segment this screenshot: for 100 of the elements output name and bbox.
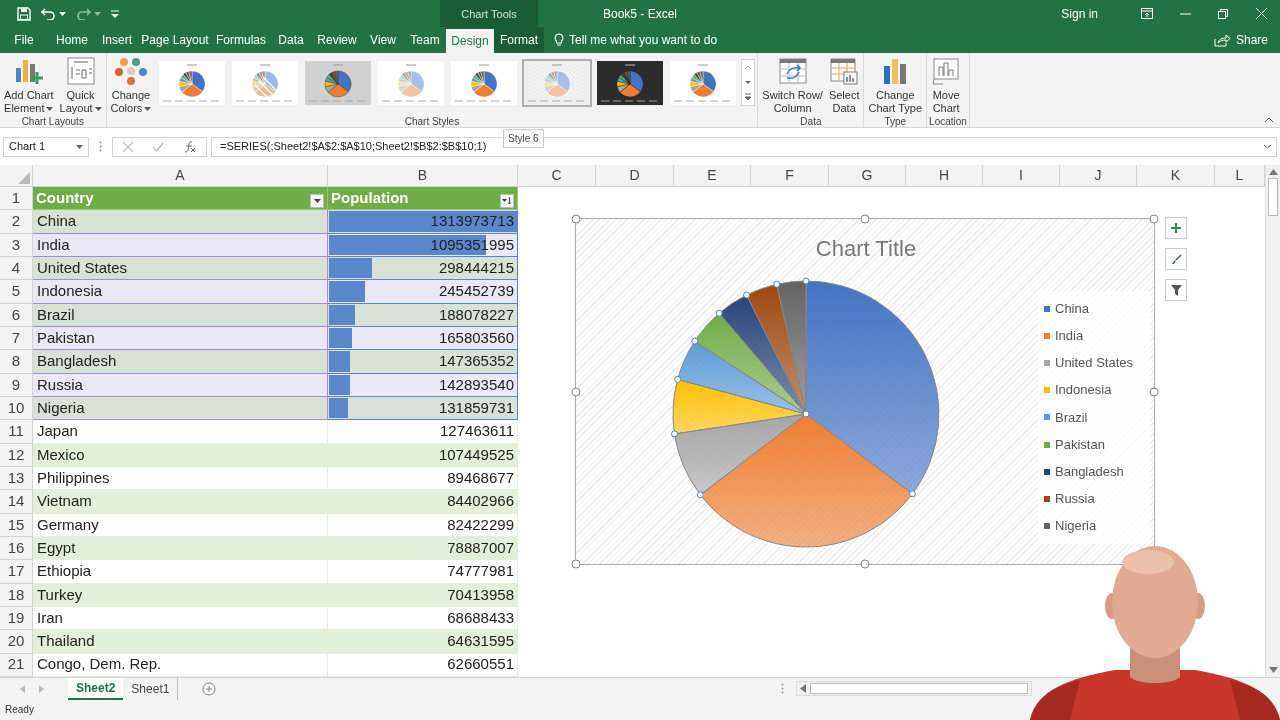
column-header[interactable]: L: [1215, 165, 1265, 187]
column-header[interactable]: D: [596, 165, 674, 187]
chart-elements-button[interactable]: [1165, 217, 1187, 239]
column-header[interactable]: I: [983, 165, 1060, 187]
row-header[interactable]: 21: [0, 653, 33, 677]
undo-icon[interactable]: [41, 7, 56, 20]
slice-handle[interactable]: [696, 491, 704, 499]
add-sheet-icon[interactable]: [202, 681, 217, 696]
row-header[interactable]: 5: [0, 280, 33, 304]
chart-title[interactable]: Chart Title: [766, 232, 966, 265]
ribbon-button[interactable]: Quick Layout: [57, 56, 104, 115]
chart-legend[interactable]: China India United States Indonesia Brazil Pakistan Bangladesh Russia Nigeria: [1038, 291, 1150, 544]
chart-styles-button[interactable]: [1165, 248, 1187, 270]
customize-menu-icon[interactable]: [111, 9, 119, 18]
chart-style-thumbnail[interactable]: [522, 59, 593, 107]
tell-me-box[interactable]: Tell me what you want to do: [554, 27, 718, 53]
sheet-tab[interactable]: Sheet2: [68, 677, 124, 700]
ribbon-tab[interactable]: Format: [494, 27, 544, 53]
ribbon-tab[interactable]: Data: [270, 27, 312, 53]
filter-button[interactable]: [500, 194, 514, 209]
ribbon-tab[interactable]: Team: [404, 27, 446, 53]
ribbon-button[interactable]: Change Chart Type: [866, 56, 925, 115]
scroll-left-icon[interactable]: [800, 684, 807, 694]
row-header[interactable]: 19: [0, 606, 33, 631]
column-header[interactable]: H: [906, 165, 983, 187]
row-header[interactable]: 8: [0, 350, 33, 374]
ribbon-button[interactable]: Add Chart Element: [2, 56, 56, 115]
chart-style-thumbnail[interactable]: [157, 59, 228, 107]
chart-style-thumbnail[interactable]: [449, 59, 520, 107]
expand-icon[interactable]: [1263, 144, 1272, 149]
slice-handle[interactable]: [674, 375, 682, 383]
chart-style-thumbnail[interactable]: [376, 59, 447, 107]
vertical-scrollbar[interactable]: [1265, 165, 1280, 677]
row-header[interactable]: 4: [0, 257, 33, 281]
column-header[interactable]: K: [1137, 165, 1215, 187]
resize-handle[interactable]: [860, 559, 870, 569]
row-header[interactable]: 15: [0, 513, 33, 537]
ribbon-tab[interactable]: Insert: [96, 27, 138, 53]
horizontal-scrollbar[interactable]: [796, 681, 1033, 697]
row-header[interactable]: 6: [0, 303, 33, 327]
row-header[interactable]: 16: [0, 536, 33, 561]
collapse-ribbon-icon[interactable]: [1264, 117, 1274, 123]
ribbon-button[interactable]: Move Chart: [929, 56, 964, 115]
slice-handle[interactable]: [802, 277, 810, 285]
row-header[interactable]: 20: [0, 630, 33, 654]
chart-style-thumbnail[interactable]: [668, 59, 739, 107]
ribbon-display-icon[interactable]: [1141, 8, 1153, 19]
name-box[interactable]: Chart 1: [3, 136, 89, 157]
ribbon-tab[interactable]: Formulas: [212, 27, 270, 53]
column-header[interactable]: F: [751, 165, 829, 187]
row-header[interactable]: 11: [0, 420, 33, 444]
slice-handle[interactable]: [773, 280, 781, 288]
resize-handle[interactable]: [860, 214, 870, 224]
save-icon[interactable]: [17, 6, 31, 21]
column-header[interactable]: C: [518, 165, 596, 187]
row-header[interactable]: 17: [0, 560, 33, 584]
row-header[interactable]: 18: [0, 583, 33, 607]
ribbon-tab[interactable]: View: [362, 27, 404, 53]
column-header[interactable]: B: [328, 165, 518, 187]
column-header[interactable]: G: [829, 165, 906, 187]
slice-handle[interactable]: [908, 490, 916, 498]
row-header[interactable]: 13: [0, 466, 33, 491]
close-icon[interactable]: [1255, 8, 1267, 19]
column-header[interactable]: A: [33, 165, 328, 187]
sign-in-link[interactable]: Sign in: [1061, 4, 1098, 23]
column-header[interactable]: E: [674, 165, 751, 187]
ribbon-tab[interactable]: Review: [312, 27, 362, 53]
slice-handle[interactable]: [691, 337, 699, 345]
slice-handle[interactable]: [671, 430, 678, 438]
column-header[interactable]: J: [1060, 165, 1137, 187]
restore-icon[interactable]: [1218, 8, 1228, 19]
checkmark-icon[interactable]: [152, 141, 165, 152]
row-header[interactable]: 7: [0, 326, 33, 351]
chart-style-thumbnail[interactable]: [303, 59, 374, 107]
slice-handle[interactable]: [802, 410, 810, 418]
sheet-tab[interactable]: Sheet1: [123, 677, 179, 700]
ribbon-button[interactable]: Select Data: [826, 56, 862, 115]
share-button[interactable]: Share: [1213, 27, 1268, 53]
ribbon-tab[interactable]: Home: [48, 27, 96, 53]
scroll-down-icon[interactable]: [1268, 666, 1278, 673]
scroll-up-icon[interactable]: [1268, 169, 1278, 175]
ribbon-tab[interactable]: File: [0, 27, 48, 53]
scrollbar-thumb[interactable]: [810, 683, 1029, 695]
scrollbar-thumb[interactable]: [1268, 178, 1278, 216]
ribbon-tab[interactable]: Design: [446, 27, 494, 53]
row-header[interactable]: 1: [0, 187, 33, 211]
row-header[interactable]: 9: [0, 373, 33, 397]
redo-icon[interactable]: [76, 7, 91, 20]
row-header[interactable]: 12: [0, 443, 33, 467]
ribbon-button[interactable]: Switch Row/ Column: [760, 56, 825, 115]
function-icon[interactable]: [184, 140, 197, 153]
row-header[interactable]: 10: [0, 396, 33, 421]
minimize-icon[interactable]: [1179, 12, 1191, 15]
resize-handle[interactable]: [1149, 387, 1159, 396]
chart-style-thumbnail[interactable]: [595, 59, 666, 107]
slice-handle[interactable]: [715, 309, 723, 317]
row-header[interactable]: 14: [0, 490, 33, 514]
splitter-grip-icon[interactable]: [781, 683, 785, 695]
chart-style-thumbnail[interactable]: [230, 59, 301, 107]
row-header[interactable]: 3: [0, 233, 33, 257]
